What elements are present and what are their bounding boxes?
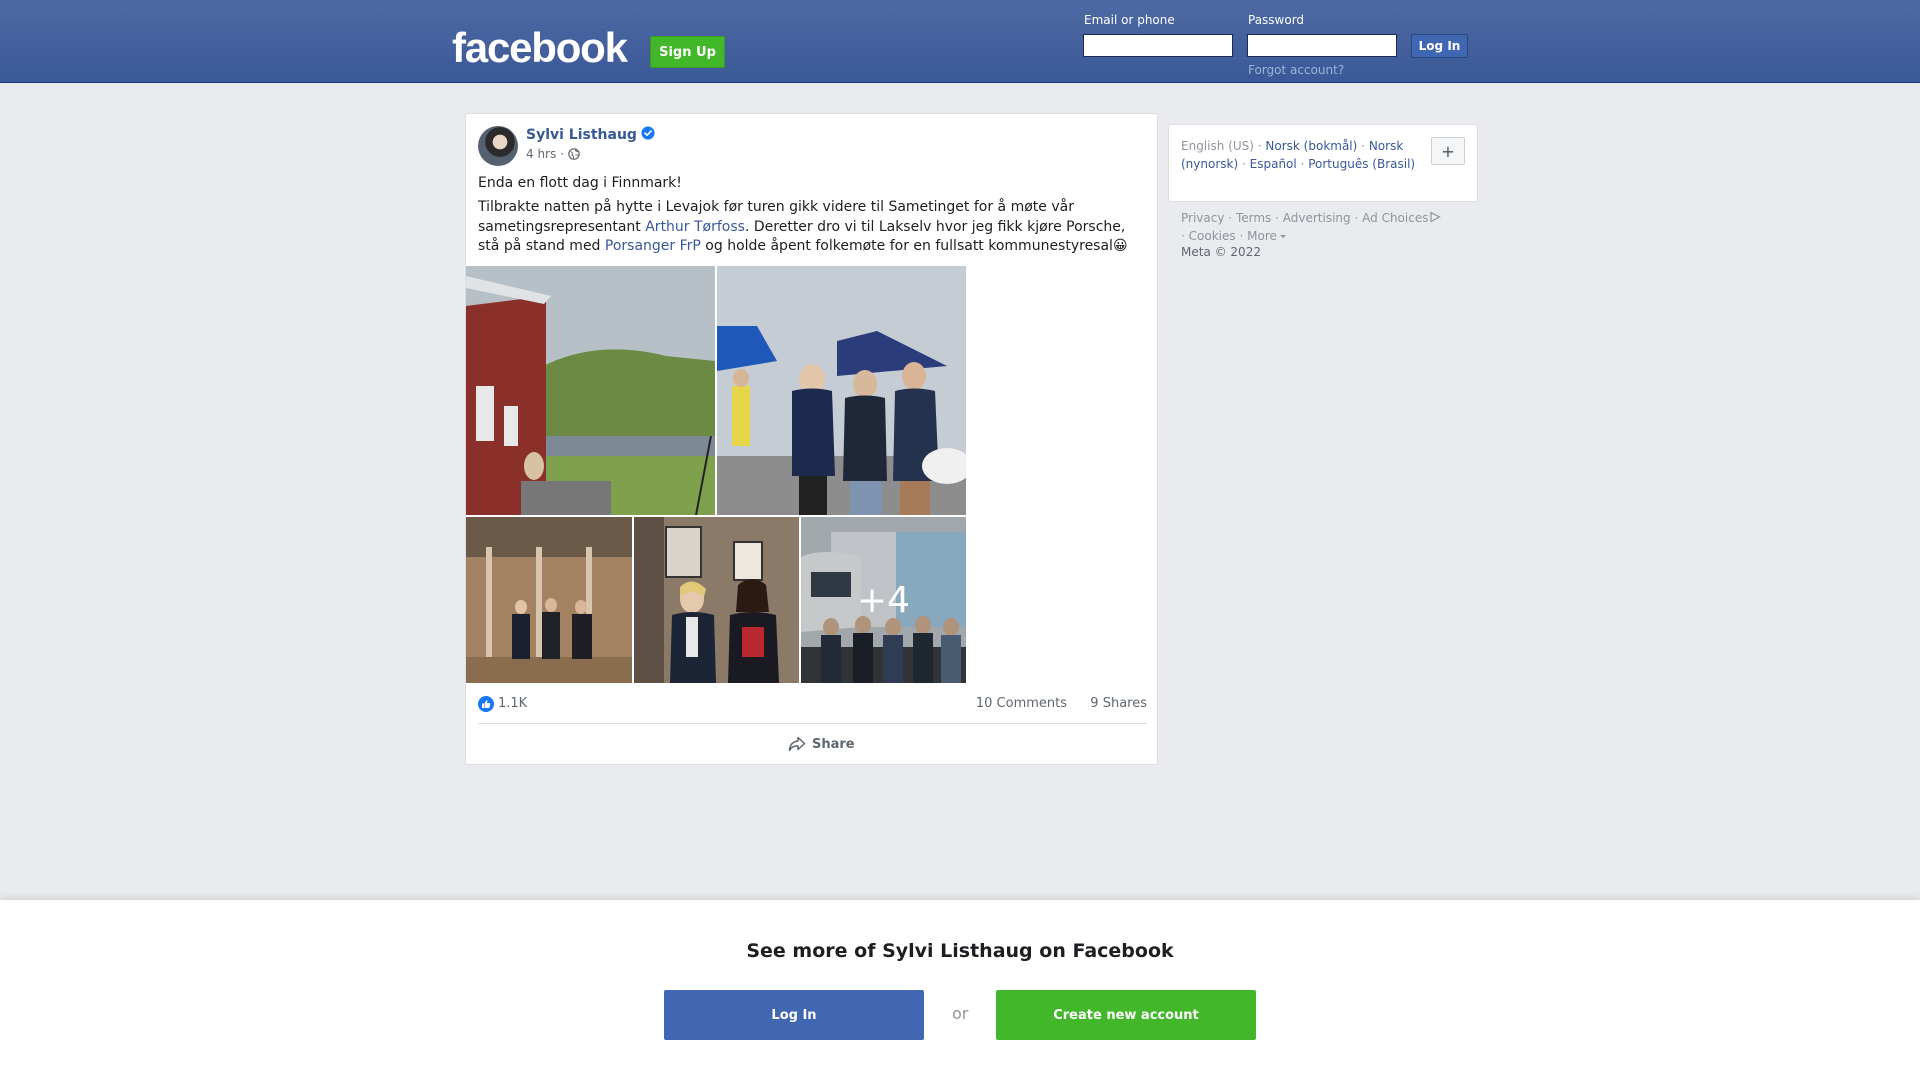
post-card: Sylvi Listhaug 4 hrs · Enda en flott dag… [465,113,1158,765]
footer-link-cookies[interactable]: Cookies [1189,229,1236,243]
divider [478,723,1147,724]
language-link[interactable]: Português (Brasil) [1308,157,1415,171]
lang-separator: · [1300,157,1305,171]
globe-icon [568,148,580,160]
footer-separator: · [1239,229,1244,243]
share-label: Share [812,736,855,752]
password-field[interactable] [1247,34,1397,57]
language-link[interactable]: Norsk (bokmål) [1265,139,1357,153]
ad-choices-label: Ad Choices [1362,211,1429,225]
post-photo[interactable] [466,266,715,515]
verified-badge-icon [641,126,655,140]
language-current: English (US) [1181,139,1254,153]
post-author[interactable]: Sylvi Listhaug [526,126,655,143]
footer-link-privacy[interactable]: Privacy [1181,211,1224,225]
shares-count[interactable]: 9 Shares [1090,696,1147,711]
facebook-logo[interactable]: facebook [452,22,628,74]
forgot-account-link[interactable]: Forgot account? [1248,63,1344,77]
copyright: Meta © 2022 [1181,245,1261,259]
share-icon [788,736,806,752]
footer-links: Privacy · Terms · Advertising · Ad Choic… [1181,209,1481,245]
lang-separator: · [1257,139,1262,153]
comments-count[interactable]: 10 Comments [976,696,1067,711]
photo-two-women-image [634,517,799,683]
photo-indoor-group-image [466,517,632,683]
ad-choices-icon [1430,211,1442,223]
photo-group-tents-image [717,266,966,515]
create-account-button[interactable]: Create new account [996,990,1256,1040]
password-label: Password [1248,13,1305,27]
avatar[interactable] [478,126,518,166]
language-selector: English (US) · Norsk (bokmål) · Norsk (n… [1168,124,1478,202]
footer-separator: · [1354,211,1359,225]
language-link[interactable]: Español [1250,157,1297,171]
footer-link-ad-choices[interactable]: Ad Choices [1362,211,1442,225]
footer-separator: · [1228,211,1233,225]
post-photo[interactable] [466,517,632,683]
lang-separator: · [1241,157,1246,171]
post-text-headline: Enda en flott dag i Finnmark! [478,175,682,191]
banner-log-in-button[interactable]: Log In [664,990,924,1040]
login-prompt-banner: See more of Sylvi Listhaug on Facebook L… [0,900,1920,1080]
like-count[interactable]: 1.1K [498,696,527,711]
log-in-button[interactable]: Log In [1411,34,1468,58]
author-name[interactable]: Sylvi Listhaug [526,127,637,143]
footer-separator: · [1181,229,1185,243]
more-photos-count: +4 [801,517,966,683]
share-button[interactable]: Share [788,736,855,752]
email-label: Email or phone [1084,13,1175,27]
footer-link-terms[interactable]: Terms [1236,211,1271,225]
banner-or-label: or [952,1004,969,1023]
add-language-button[interactable]: + [1431,137,1465,165]
post-photo[interactable] [717,266,966,515]
footer-link-more[interactable]: More [1247,229,1287,243]
email-field[interactable] [1083,34,1233,57]
like-reaction-icon [478,696,494,712]
meta-separator: · [560,147,565,161]
caret-down-icon [1279,235,1286,238]
lang-separator: · [1361,139,1365,153]
footer-link-advertising[interactable]: Advertising [1283,211,1351,225]
photo-cabin-image [466,266,715,515]
post-photo[interactable] [634,517,799,683]
post-stats: 1.1K 10 Comments 9 Shares [478,694,1147,714]
top-navigation-bar: facebook Sign Up Email or phone Password… [0,0,1920,83]
mention-link[interactable]: Porsanger FrP [605,238,701,254]
banner-title: See more of Sylvi Listhaug on Facebook [746,940,1174,962]
more-label: More [1247,229,1277,243]
mention-link[interactable]: Arthur Tørfoss [645,219,745,235]
post-text-part: og holde åpent folkemøte for en fullsatt… [700,238,1128,254]
sign-up-button[interactable]: Sign Up [650,36,725,68]
post-time[interactable]: 4 hrs [526,147,556,161]
post-meta: 4 hrs · [526,147,580,161]
post-photo-more[interactable]: +4 [801,517,966,683]
footer-separator: · [1275,211,1279,225]
language-list: English (US) · Norsk (bokmål) · Norsk (n… [1181,137,1431,173]
post-text-body: Tilbrakte natten på hytte i Levajok før … [478,198,1148,257]
